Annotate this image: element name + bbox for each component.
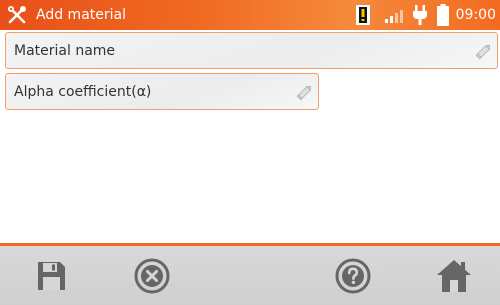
pencil-icon [475, 42, 493, 60]
pencil-icon [296, 83, 314, 101]
bottom-toolbar [0, 243, 500, 305]
close-circle-icon [132, 256, 172, 296]
save-button[interactable] [31, 256, 71, 296]
floppy-disk-icon [31, 256, 71, 296]
power-plug-icon [412, 5, 428, 25]
alpha-coefficient-placeholder: Alpha coefficient(α) [14, 84, 152, 100]
battery-icon [437, 4, 449, 26]
help-button[interactable] [333, 256, 373, 296]
signal-bars-icon [385, 7, 407, 23]
material-name-field[interactable]: Material name [5, 32, 498, 69]
clock: 09:00 [455, 7, 496, 23]
alpha-coefficient-field[interactable]: Alpha coefficient(α) [5, 73, 319, 110]
question-circle-icon [333, 256, 373, 296]
content-area [0, 112, 500, 243]
wrench-screwdriver-icon [7, 5, 27, 25]
cancel-button[interactable] [132, 256, 172, 296]
sd-card-icon [356, 5, 370, 25]
title-bar: Add material 09:00 [0, 0, 500, 30]
home-button[interactable] [434, 256, 474, 296]
home-icon [434, 256, 474, 296]
material-name-placeholder: Material name [14, 43, 116, 59]
page-title: Add material [36, 7, 126, 23]
